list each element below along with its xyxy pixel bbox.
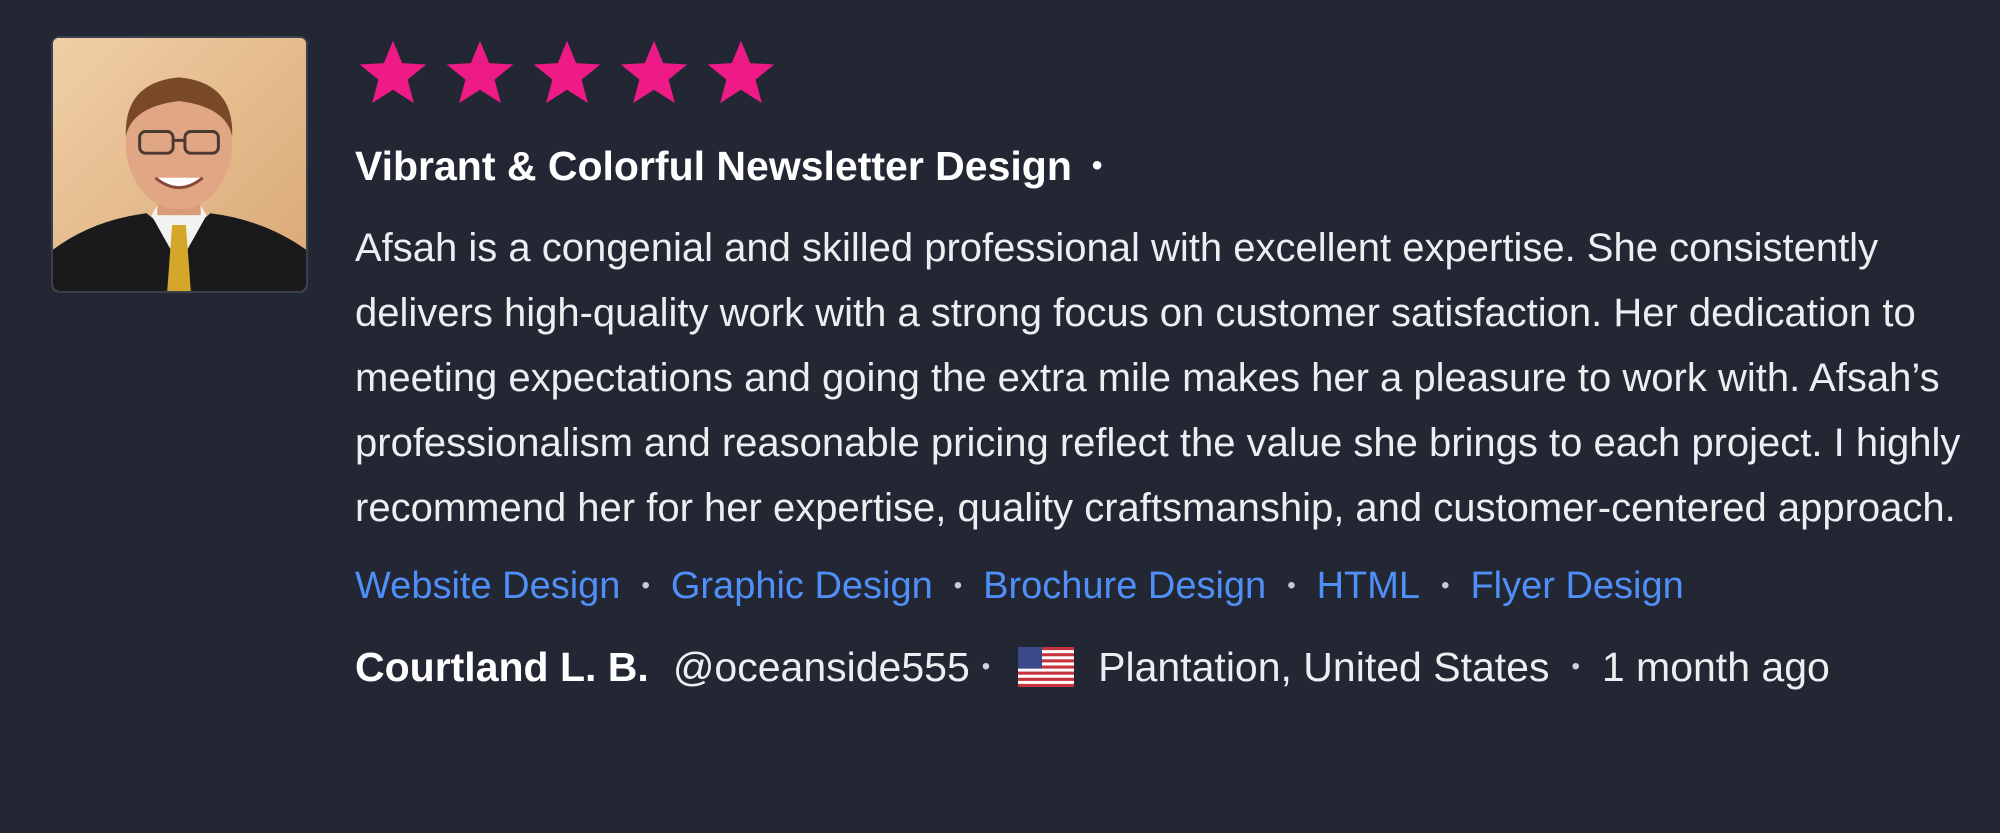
tag-separator: • [953, 572, 963, 599]
reviewer-info: Courtland L. B. @oceanside555 • Plantati… [355, 637, 1980, 697]
title-separator: • [1091, 149, 1103, 182]
review-card: Vibrant & Colorful Newsletter Design • A… [0, 0, 2000, 833]
tag-separator: • [641, 572, 650, 599]
tag-separator: • [1441, 572, 1450, 599]
star-rating [355, 34, 1980, 112]
us-flag-icon [1018, 647, 1075, 687]
review-title-row: Vibrant & Colorful Newsletter Design • [355, 140, 1980, 192]
star-icon [533, 40, 601, 104]
tag-separator: • [1287, 572, 1296, 599]
skill-tag-link[interactable]: Brochure Design [983, 565, 1266, 608]
review-content: Vibrant & Colorful Newsletter Design • A… [355, 34, 1980, 697]
star-icon [446, 40, 514, 104]
avatar-photo [53, 38, 306, 291]
skill-tag-link[interactable]: Flyer Design [1470, 565, 1683, 608]
star-icon [707, 40, 775, 104]
star-icon [359, 40, 427, 104]
footer-separator: • [1571, 653, 1580, 680]
skill-tag-link[interactable]: Graphic Design [671, 565, 933, 608]
skill-tags: Website Design • Graphic Design • Brochure D… [355, 555, 1980, 617]
reviewer-avatar[interactable] [51, 36, 308, 293]
star-icon [620, 40, 688, 104]
review-time: 1 month ago [1601, 643, 1830, 690]
skill-tag-link[interactable]: Website Design [355, 565, 620, 608]
reviewer-handle[interactable]: @oceanside555 [673, 644, 970, 691]
skill-tag-link[interactable]: HTML [1317, 565, 1420, 608]
review-body: Afsah is a congenial and skilled profess… [355, 226, 1961, 530]
footer-separator: • [981, 653, 991, 680]
reviewer-location: Plantation, United States [1098, 643, 1550, 690]
reviewer-name[interactable]: Courtland L. B. [355, 644, 649, 691]
review-title: Vibrant & Colorful Newsletter Design [355, 142, 1072, 189]
